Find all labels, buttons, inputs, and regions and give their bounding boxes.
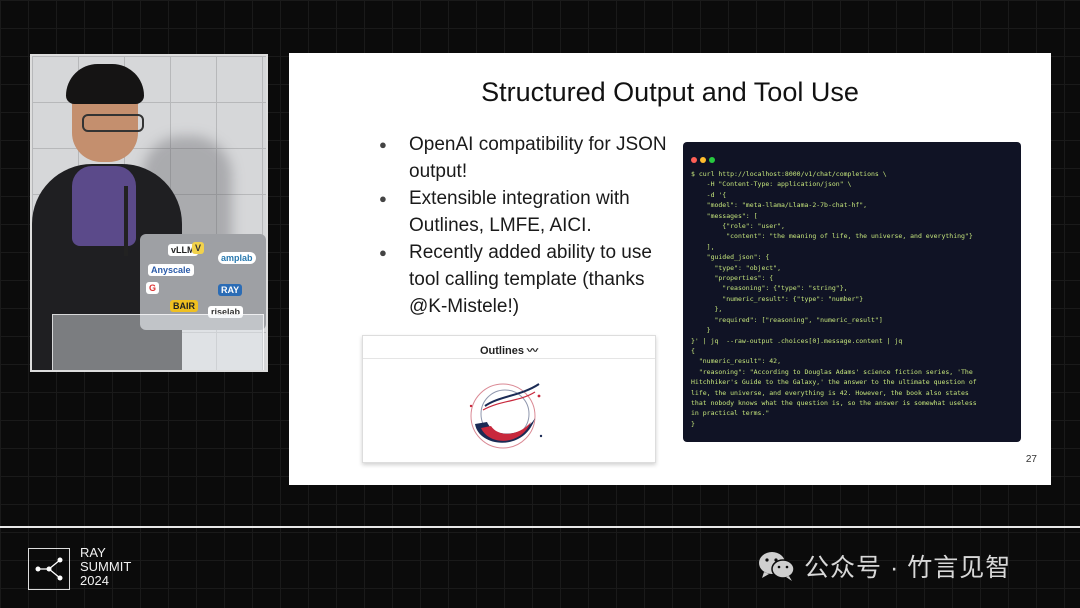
code-line: "numeric_result": 42, — [691, 357, 782, 366]
code-line: "properties": { — [691, 274, 774, 283]
laptop-sticker: BAIR — [170, 300, 198, 312]
event-name: RAY SUMMIT 2024 — [80, 546, 131, 588]
code-line: -H "Content-Type: application/json" \ — [691, 180, 852, 189]
bullet-item: OpenAI compatibility for JSON output! — [375, 131, 675, 185]
code-line: } — [691, 419, 695, 428]
podium — [52, 314, 264, 370]
speaker-video: vLLM V amplab Anyscale G RAY BAIR risela… — [30, 54, 268, 372]
code-line: "numeric_result": {"type": "number"} — [691, 294, 864, 303]
minimize-dot-icon — [700, 157, 706, 163]
laptop-sticker: Anyscale — [148, 264, 194, 276]
wechat-icon — [759, 552, 795, 581]
code-terminal: $ curl http://localhost:8000/v1/chat/com… — [683, 142, 1021, 442]
code-line: in practical terms." — [691, 409, 770, 418]
code-line: "required": ["reasoning", "numeric_resul… — [691, 315, 883, 324]
laptop-sticker: V — [192, 242, 205, 254]
watermark-text: 公众号 · 竹言见智 — [804, 554, 1012, 582]
code-block: $ curl http://localhost:8000/v1/chat/com… — [691, 169, 977, 429]
window-controls — [691, 150, 718, 168]
slide-page-number: 27 — [1025, 454, 1037, 465]
code-line: { — [691, 346, 695, 355]
code-line: "messages": [ — [691, 211, 758, 220]
outlines-card: Outlines 〰 — [362, 335, 656, 463]
code-line: "content": "the meaning of life, the uni… — [691, 232, 973, 241]
divider — [363, 358, 655, 359]
code-line: "reasoning": {"type": "string"}, — [691, 284, 848, 293]
event-line: 2024 — [80, 573, 109, 588]
code-line: "guided_json": { — [691, 253, 770, 262]
code-line: "model": "meta-llama/Llama-2-7b-chat-hf"… — [691, 201, 868, 210]
code-line: {"role": "user", — [691, 222, 785, 231]
presentation-slide: Structured Output and Tool Use OpenAI co… — [289, 53, 1051, 485]
slide-title: Structured Output and Tool Use — [481, 77, 859, 107]
code-line: that nobody knows what the question is, … — [691, 398, 977, 407]
code-line: }, — [691, 305, 723, 314]
bullet-item: Recently added ability to use tool calli… — [375, 239, 675, 320]
watermark: 公众号 · 竹言见智 — [758, 548, 1011, 584]
speaker-glasses — [82, 114, 144, 132]
outlines-logo-icon — [469, 383, 543, 449]
code-line: life, the universe, and everything is 42… — [691, 388, 969, 397]
ray-logo-icon — [28, 548, 70, 590]
code-line: Hitchhiker's Guide to the Galaxy,' the a… — [691, 378, 977, 387]
event-line: RAY — [80, 545, 106, 560]
outlines-card-title: Outlines 〰 — [479, 345, 539, 357]
code-line: "type": "object", — [691, 263, 782, 272]
code-line: $ curl http://localhost:8000/v1/chat/com… — [691, 170, 887, 178]
maximize-dot-icon — [709, 157, 715, 163]
bullet-item: Extensible integration with Outlines, LM… — [375, 185, 675, 239]
code-line: "reasoning": "According to Douglas Adams… — [691, 367, 973, 376]
event-line: SUMMIT — [80, 559, 132, 574]
laptop-sticker: amplab — [218, 252, 256, 264]
laptop-sticker: RAY — [218, 284, 243, 296]
code-line: }' | jq --raw-output .choices[0].message… — [691, 336, 903, 345]
code-line: -d '{ — [691, 190, 727, 199]
close-dot-icon — [691, 157, 697, 163]
bullet-list: OpenAI compatibility for JSON output! Ex… — [375, 131, 675, 320]
laptop-sticker: G — [146, 282, 160, 294]
divider — [0, 526, 1080, 528]
microphone — [124, 186, 128, 256]
code-line: ], — [691, 242, 715, 251]
code-line: } — [691, 326, 711, 335]
